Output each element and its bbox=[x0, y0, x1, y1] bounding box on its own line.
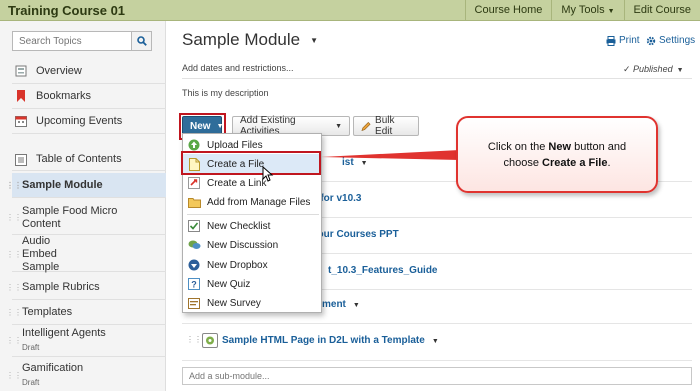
drag-handle-icon[interactable]: ⋮⋮ bbox=[6, 181, 22, 190]
sidebar-module-item[interactable]: ⋮⋮ Sample Rubrics bbox=[6, 275, 166, 300]
add-dates-link[interactable]: Add dates and restrictions... bbox=[182, 63, 294, 73]
search-topics-input[interactable] bbox=[13, 32, 131, 50]
calendar-icon bbox=[12, 115, 30, 127]
sidebar-module-item[interactable]: ⋮⋮ Audio Embed Sample bbox=[6, 235, 166, 273]
sidebar-module-item[interactable]: ⋮⋮ Templates bbox=[6, 300, 166, 325]
chevron-down-icon[interactable]: ▼ bbox=[310, 36, 318, 45]
drag-handle-icon[interactable]: ⋮⋮ bbox=[6, 336, 22, 345]
html-page-icon bbox=[202, 333, 218, 348]
chevron-down-icon[interactable]: ▼ bbox=[361, 160, 368, 167]
quiz-icon: ? bbox=[187, 277, 201, 291]
sidebar-item-overview[interactable]: Overview bbox=[12, 59, 166, 84]
search-icon bbox=[136, 36, 147, 46]
content-topic-row[interactable]: ⋮⋮ Sample HTML Page in D2L with a Templa… bbox=[182, 333, 692, 351]
instruction-callout: Click on the New button and choose Creat… bbox=[456, 116, 658, 193]
menu-item-add-from-manage-files[interactable]: Add from Manage Files bbox=[183, 192, 321, 212]
sidebar-module-item[interactable]: ⋮⋮ Intelligent Agents Draft bbox=[6, 325, 166, 357]
chevron-down-icon[interactable]: ▼ bbox=[353, 302, 360, 309]
dropbox-icon bbox=[187, 258, 201, 272]
add-sub-module-input[interactable] bbox=[182, 367, 692, 385]
module-description: This is my description bbox=[182, 88, 269, 98]
sidebar-module-item[interactable]: ⋮⋮ Gamification Draft bbox=[6, 360, 166, 391]
sidebar-item-upcoming-events[interactable]: Upcoming Events bbox=[12, 109, 166, 134]
checklist-icon bbox=[187, 219, 201, 233]
settings-button[interactable]: Settings bbox=[646, 35, 695, 46]
search-box bbox=[12, 31, 152, 51]
bulk-edit-icon bbox=[361, 121, 371, 131]
highlight-create-a-file bbox=[181, 151, 321, 175]
survey-icon bbox=[187, 296, 201, 310]
divider bbox=[182, 360, 692, 361]
bulk-edit-button[interactable]: Bulk Edit bbox=[353, 115, 419, 137]
menu-item-new-discussion[interactable]: New Discussion bbox=[183, 235, 321, 255]
search-button[interactable] bbox=[131, 32, 151, 50]
menu-item-new-survey[interactable]: New Survey bbox=[183, 293, 321, 313]
menu-item-new-checklist[interactable]: New Checklist bbox=[183, 216, 321, 236]
drag-handle-icon[interactable]: ⋮⋮ bbox=[6, 308, 22, 317]
nav-course-home[interactable]: Course Home bbox=[464, 0, 552, 21]
menu-item-create-a-link[interactable]: Create a Link bbox=[183, 173, 321, 193]
sidebar: Overview Bookmarks Upcoming Events Table… bbox=[0, 21, 166, 391]
chevron-down-icon: ▼ bbox=[607, 8, 615, 15]
bookmark-icon bbox=[12, 90, 30, 102]
upload-icon bbox=[187, 138, 201, 152]
discussion-icon bbox=[187, 238, 201, 252]
drag-handle-icon[interactable]: ⋮⋮ bbox=[6, 283, 22, 292]
print-button[interactable]: Print bbox=[606, 35, 640, 46]
menu-item-new-dropbox[interactable]: New Dropbox bbox=[183, 255, 321, 275]
mouse-pointer-icon bbox=[262, 166, 274, 182]
chevron-down-icon[interactable]: ▼ bbox=[432, 338, 439, 345]
published-status-dropdown[interactable]: ✓ Published ▼ bbox=[623, 64, 684, 75]
divider bbox=[182, 78, 692, 79]
chevron-down-icon: ▼ bbox=[335, 122, 342, 130]
svg-text:?: ? bbox=[191, 280, 197, 290]
overview-icon bbox=[12, 65, 30, 77]
drag-handle-icon[interactable]: ⋮⋮ bbox=[6, 213, 22, 222]
sidebar-item-table-of-contents[interactable]: Table of Contents bbox=[12, 149, 166, 171]
draft-badge: Draft bbox=[22, 343, 40, 352]
nav-edit-course[interactable]: Edit Course bbox=[623, 0, 700, 21]
folder-icon bbox=[187, 195, 201, 209]
menu-divider bbox=[187, 214, 319, 215]
drag-handle-icon[interactable]: ⋮⋮ bbox=[6, 371, 22, 380]
page-title: Sample Module ▼ bbox=[182, 30, 319, 49]
draft-badge: Draft bbox=[22, 378, 40, 387]
gear-icon bbox=[646, 36, 656, 45]
sidebar-module-item[interactable]: ⋮⋮ Sample Module bbox=[6, 173, 166, 198]
course-title[interactable]: Training Course 01 bbox=[8, 3, 125, 18]
drag-handle-icon[interactable]: ⋮⋮ bbox=[186, 335, 202, 344]
divider bbox=[182, 323, 692, 324]
check-icon: ✓ bbox=[623, 64, 634, 74]
list-icon bbox=[12, 153, 30, 166]
menu-item-new-quiz[interactable]: ? New Quiz bbox=[183, 274, 321, 294]
link-icon bbox=[187, 176, 201, 190]
printer-icon bbox=[606, 35, 616, 46]
chevron-down-icon: ▼ bbox=[676, 67, 684, 74]
course-nav: Course Home My Tools ▼ Edit Course bbox=[464, 0, 700, 21]
course-navbar: Training Course 01 Course Home My Tools ▼… bbox=[0, 0, 700, 21]
nav-my-tools[interactable]: My Tools ▼ bbox=[551, 0, 623, 21]
drag-handle-icon[interactable]: ⋮⋮ bbox=[6, 250, 22, 259]
sidebar-module-item[interactable]: ⋮⋮ Sample Food Micro Content bbox=[6, 201, 166, 235]
sidebar-item-bookmarks[interactable]: Bookmarks bbox=[12, 84, 166, 109]
